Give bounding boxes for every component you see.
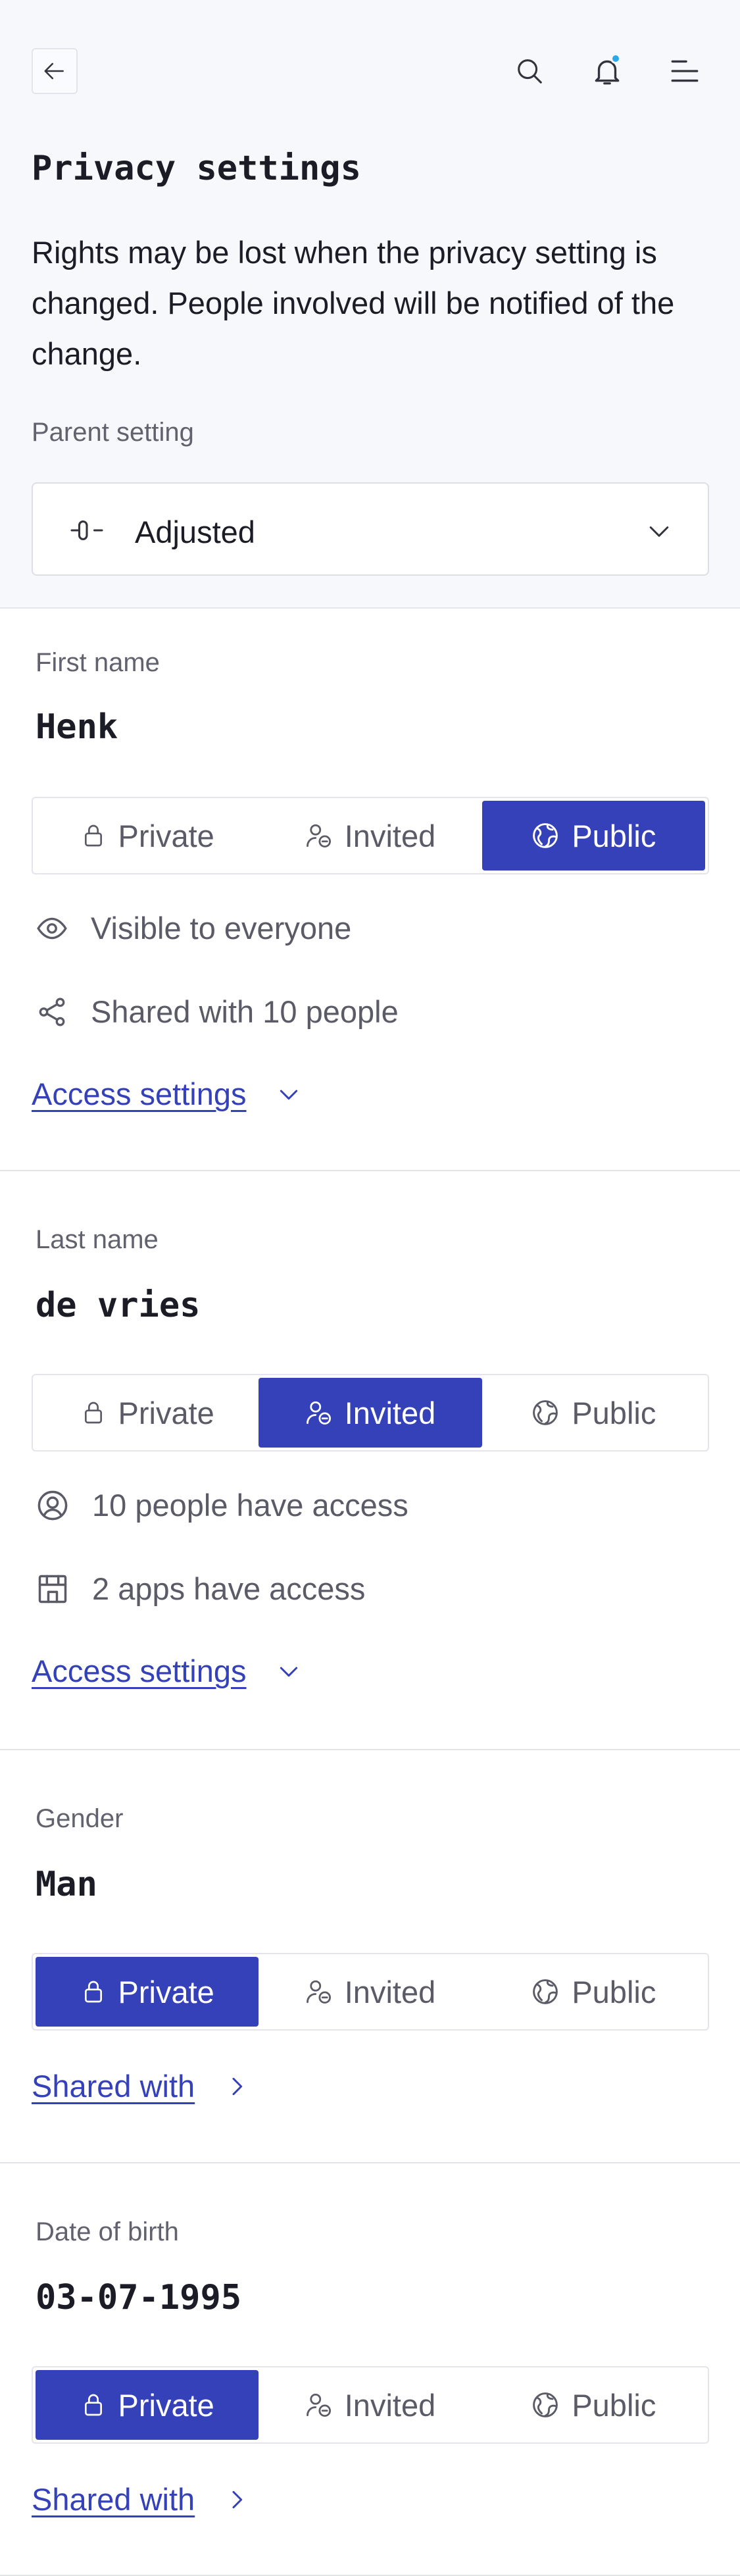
- privacy-segmented-control: Private Invited Public: [32, 1374, 709, 1452]
- menu-button[interactable]: [662, 48, 708, 94]
- section-first-name: First name Henk Private Invited Public V…: [0, 609, 740, 1171]
- notifications-button[interactable]: [584, 48, 630, 94]
- share-icon: [39, 998, 65, 1026]
- segment-label: Invited: [344, 1974, 436, 2009]
- info-row: Visible to everyone: [36, 910, 351, 946]
- chevron-down-icon: [649, 526, 669, 537]
- shared-with-link[interactable]: Shared with: [32, 2068, 195, 2104]
- parent-setting-value: Adjusted: [135, 515, 255, 549]
- info-text: Visible to everyone: [91, 911, 352, 946]
- globe-icon: [533, 2392, 558, 2417]
- segment-public[interactable]: Public: [481, 801, 705, 871]
- globe-icon: [533, 1979, 558, 2004]
- lock-icon: [84, 824, 102, 847]
- privacy-segmented-control: Private Invited Public: [32, 2366, 709, 2444]
- search-button[interactable]: [506, 48, 553, 94]
- chevron-down-icon: [280, 1667, 297, 1677]
- field-label: Gender: [36, 1804, 124, 1833]
- segment-invited[interactable]: Invited: [259, 1378, 482, 1448]
- user-circle-icon: [37, 1490, 68, 1520]
- page-title: Privacy settings: [32, 149, 361, 188]
- lock-icon: [84, 1402, 102, 1424]
- chevron-down-icon: [280, 1090, 297, 1099]
- segment-private[interactable]: Private: [36, 801, 259, 871]
- search-icon: [518, 59, 542, 84]
- segment-invited[interactable]: Invited: [259, 2370, 481, 2440]
- segment-public[interactable]: Public: [482, 2370, 705, 2440]
- segment-label: Public: [572, 1974, 656, 2009]
- arrow-left-icon: [44, 63, 64, 80]
- store-icon: [38, 1575, 67, 1603]
- segment-label: Invited: [344, 2387, 436, 2423]
- invited-users-icon: [306, 1401, 331, 1425]
- menu-icon: [671, 60, 699, 82]
- notification-dot: [610, 53, 621, 64]
- shared-with-row[interactable]: Shared with: [32, 2068, 250, 2104]
- access-settings-link[interactable]: Access settings: [32, 1076, 247, 1112]
- chevron-right-icon: [232, 2077, 243, 2095]
- segment-label: Public: [572, 2387, 656, 2423]
- parent-setting-select[interactable]: Adjusted: [32, 482, 709, 576]
- invited-users-icon: [306, 1980, 331, 2004]
- privacy-segmented-control: Private Invited Public: [32, 1953, 709, 2031]
- segment-label: Invited: [344, 1395, 436, 1430]
- field-label: Date of birth: [36, 2217, 179, 2246]
- segment-label: Public: [572, 818, 656, 853]
- section-last-name: Last name de vries Private Invited Publi…: [0, 1171, 740, 1750]
- segment-private[interactable]: Private: [36, 1378, 259, 1448]
- info-text: 10 people have access: [92, 1488, 408, 1523]
- privacy-segmented-control: Private Invited Public: [32, 797, 709, 874]
- shared-with-link[interactable]: Shared with: [32, 2481, 195, 2517]
- header-area: Privacy settings Rights may be lost when…: [0, 0, 740, 609]
- info-row: Shared with 10 people: [36, 994, 399, 1030]
- section-gender: Gender Man Private Invited Public Shared…: [0, 1750, 740, 2163]
- field-value: 03-07-1995: [36, 2278, 242, 2317]
- invited-users-icon: [306, 2393, 331, 2417]
- segment-label: Private: [118, 2387, 214, 2423]
- globe-icon: [533, 1400, 558, 1425]
- field-label: Last name: [36, 1225, 159, 1254]
- chevron-right-icon: [232, 2490, 243, 2508]
- segment-private[interactable]: Private: [36, 1957, 259, 2027]
- invited-users-icon: [306, 824, 331, 848]
- adjusted-icon: [70, 520, 103, 540]
- segment-invited[interactable]: Invited: [259, 1957, 481, 2027]
- shared-with-row[interactable]: Shared with: [32, 2481, 250, 2517]
- segment-private[interactable]: Private: [36, 2370, 259, 2440]
- segment-public[interactable]: Public: [482, 1957, 705, 2027]
- globe-icon: [533, 823, 558, 848]
- field-value: Man: [36, 1865, 97, 1904]
- eye-icon: [37, 917, 67, 939]
- segment-label: Private: [118, 818, 214, 853]
- segment-label: Public: [572, 1395, 656, 1430]
- segment-label: Invited: [344, 818, 436, 853]
- segment-label: Private: [118, 1974, 214, 2009]
- access-settings-toggle[interactable]: Access settings: [32, 1076, 302, 1112]
- segment-label: Private: [118, 1395, 214, 1430]
- info-row: 10 people have access: [36, 1487, 408, 1523]
- info-text: Shared with 10 people: [91, 994, 399, 1029]
- access-settings-toggle[interactable]: Access settings: [32, 1653, 302, 1689]
- segment-public[interactable]: Public: [482, 1378, 705, 1448]
- field-value: de vries: [36, 1286, 201, 1325]
- lock-icon: [84, 2394, 102, 2416]
- intro-text: Rights may be lost when the privacy sett…: [32, 235, 675, 371]
- section-date-of-birth: Date of birth 03-07-1995 Private Invited…: [0, 2163, 740, 2576]
- parent-setting-label: Parent setting: [32, 418, 194, 447]
- access-settings-link[interactable]: Access settings: [32, 1653, 247, 1689]
- field-value: Henk: [36, 707, 118, 747]
- info-row: 2 apps have access: [36, 1571, 365, 1607]
- back-button[interactable]: [32, 48, 78, 94]
- field-label: First name: [36, 648, 160, 677]
- lock-icon: [84, 1981, 102, 2003]
- info-text: 2 apps have access: [92, 1571, 366, 1606]
- segment-invited[interactable]: Invited: [259, 801, 481, 871]
